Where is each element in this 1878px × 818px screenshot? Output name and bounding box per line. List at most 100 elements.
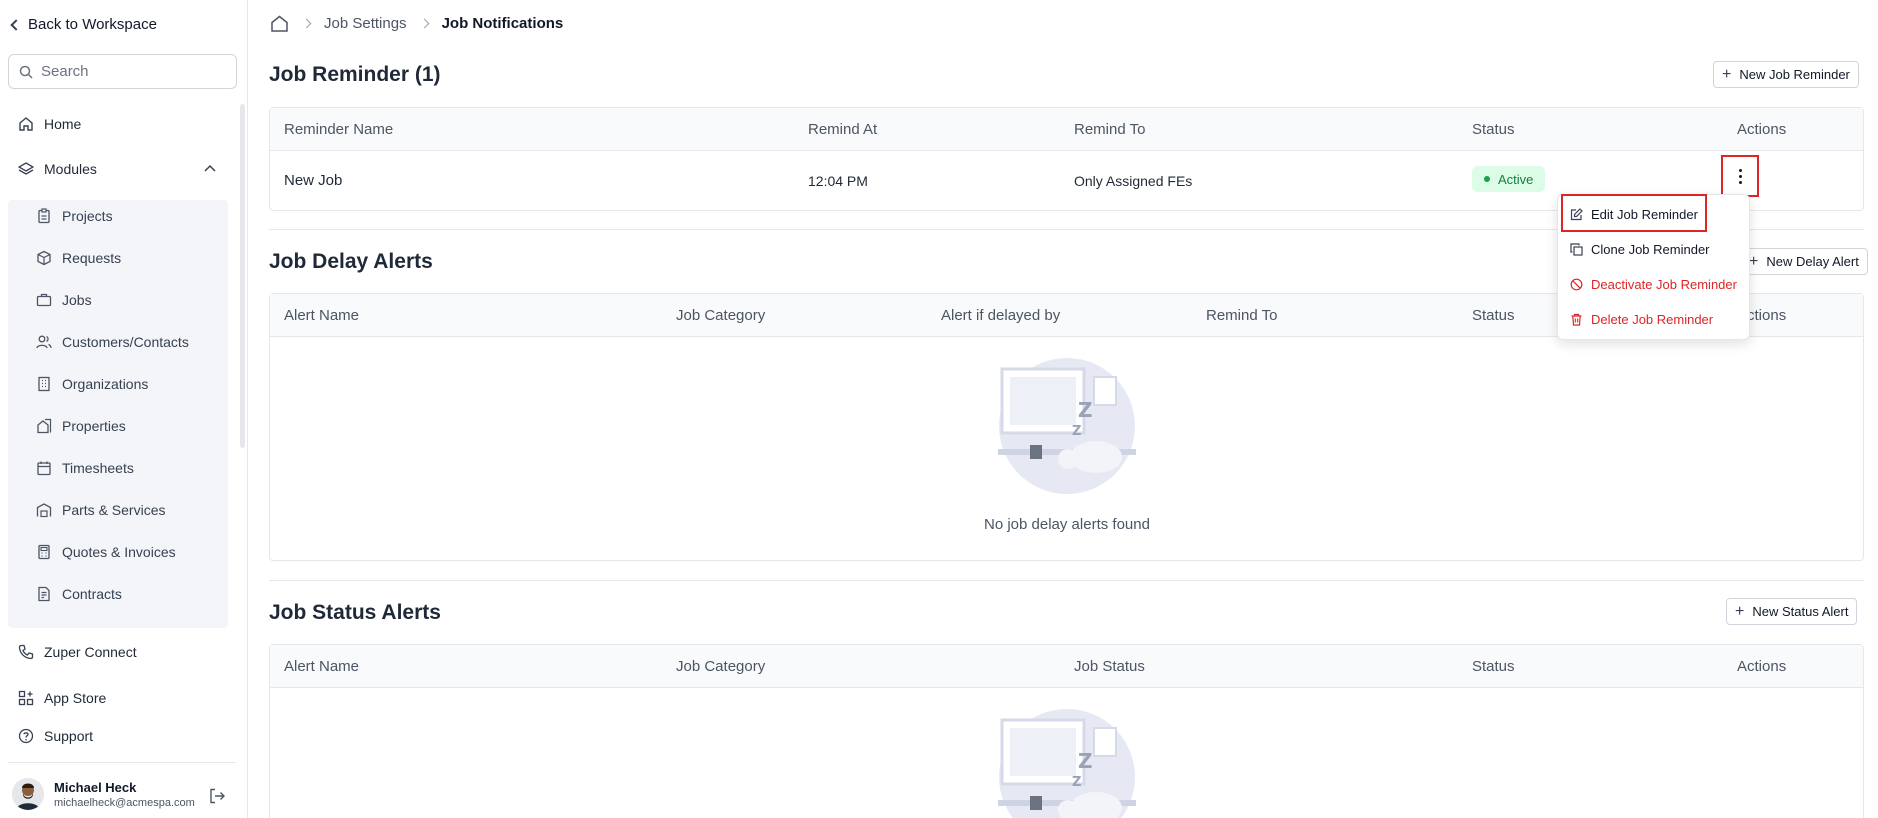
logout-icon[interactable]: [208, 787, 226, 805]
svg-text:Z: Z: [1072, 424, 1081, 439]
new-status-alert-button[interactable]: + New Status Alert: [1726, 598, 1858, 625]
modules-label: Modules: [44, 161, 97, 177]
edit-icon: [1570, 208, 1583, 221]
copy-icon: [1570, 243, 1583, 256]
kebab-dot: [1738, 174, 1742, 178]
search-icon: [19, 65, 33, 79]
sidebar-item-customers[interactable]: Customers/Contacts: [36, 334, 189, 350]
support-label: Support: [44, 728, 94, 744]
sidebar-item-timesheets[interactable]: Timesheets: [36, 460, 134, 476]
search-input[interactable]: [41, 63, 221, 80]
status-label: Active: [1498, 171, 1534, 187]
organizations-label: Organizations: [62, 376, 149, 392]
contracts-label: Contracts: [62, 586, 122, 602]
user-name: Michael Heck: [54, 779, 137, 795]
table-header: Reminder Name Remind At Remind To Status…: [270, 108, 1863, 151]
chevron-left-icon: [10, 19, 22, 31]
new-status-alert-label: New Status Alert: [1752, 604, 1849, 619]
kebab-dot: [1738, 180, 1742, 184]
column-header: Remind At: [808, 121, 878, 138]
sidebar-item-quotes-invoices[interactable]: Quotes & Invoices: [36, 544, 176, 560]
property-icon: [37, 418, 52, 434]
trash-icon: [1571, 313, 1582, 326]
empty-state-text: No job delay alerts found: [984, 516, 1150, 533]
sidebar-item-jobs[interactable]: Jobs: [36, 292, 92, 308]
job-status-alerts-table: Alert Name Job Category Job Status Statu…: [269, 644, 1864, 818]
table-header: Alert Name Job Category Job Status Statu…: [270, 645, 1863, 688]
breadcrumb-job-settings[interactable]: Job Settings: [324, 15, 407, 32]
sidebar-item-contracts[interactable]: Contracts: [36, 586, 122, 602]
requests-label: Requests: [62, 250, 122, 266]
package-icon: [37, 250, 51, 266]
menu-item-edit[interactable]: Edit Job Reminder: [1570, 207, 1698, 222]
column-header: Actions: [1737, 658, 1787, 675]
column-header: Alert if delayed by: [941, 307, 1061, 324]
sidebar-item-app-store[interactable]: App Store: [18, 690, 106, 706]
new-delay-alert-button[interactable]: + New Delay Alert: [1740, 248, 1868, 275]
column-header: Job Category: [676, 658, 766, 675]
job-status-alerts-title: Job Status Alerts: [269, 601, 441, 624]
row-actions-button[interactable]: [1721, 155, 1759, 197]
calendar-icon: [37, 461, 51, 476]
menu-item-clone[interactable]: Clone Job Reminder: [1570, 242, 1710, 257]
status-dot-icon: [1484, 176, 1490, 182]
sidebar-scrollbar[interactable]: [240, 104, 245, 448]
sidebar: Back to Workspace Home Modules Projects …: [0, 0, 248, 818]
briefcase-icon: [36, 293, 52, 307]
sidebar-item-support[interactable]: Support: [18, 728, 93, 744]
phone-icon: [18, 644, 34, 660]
menu-item-deactivate-label: Deactivate Job Reminder: [1591, 277, 1737, 292]
chevron-up-icon: [204, 164, 216, 172]
search-box[interactable]: [8, 54, 237, 89]
user-profile[interactable]: Michael Heck michaelheck@acmespa.com: [12, 778, 195, 810]
empty-state-illustration: Z Z: [998, 358, 1136, 494]
new-job-reminder-button[interactable]: + New Job Reminder: [1713, 61, 1859, 88]
zuper-connect-label: Zuper Connect: [44, 644, 137, 660]
sidebar-item-home[interactable]: Home: [18, 116, 81, 132]
contract-icon: [38, 586, 50, 602]
job-delay-alerts-title: Job Delay Alerts: [269, 250, 433, 273]
column-header: Actions: [1737, 121, 1787, 138]
sidebar-item-projects[interactable]: Projects: [36, 208, 113, 224]
job-reminder-title: Job Reminder (1): [269, 63, 441, 86]
column-header: Job Status: [1074, 658, 1145, 675]
layers-icon: [18, 162, 34, 175]
row-actions-menu: Edit Job Reminder Clone Job Reminder Dea…: [1557, 194, 1750, 340]
warehouse-icon: [36, 503, 52, 518]
sidebar-item-modules[interactable]: Modules: [18, 161, 218, 177]
sidebar-item-zuper-connect[interactable]: Zuper Connect: [18, 644, 137, 660]
column-header: Alert Name: [284, 307, 360, 324]
grid-icon: [18, 690, 34, 706]
users-icon: [36, 335, 52, 349]
menu-item-deactivate[interactable]: Deactivate Job Reminder: [1570, 277, 1737, 292]
column-header: Reminder Name: [284, 121, 394, 138]
user-email: michaelheck@acmespa.com: [54, 796, 195, 809]
plus-icon: +: [1722, 65, 1732, 83]
column-header: Status: [1472, 658, 1515, 675]
app-store-label: App Store: [44, 690, 107, 706]
menu-item-delete[interactable]: Delete Job Reminder: [1570, 312, 1713, 327]
ban-icon: [1570, 278, 1583, 291]
remind-at: 12:04 PM: [808, 173, 868, 189]
svg-text:Z: Z: [1072, 775, 1081, 790]
plus-icon: +: [1735, 602, 1745, 620]
reminder-name: New Job: [284, 172, 343, 189]
column-header: Remind To: [1074, 121, 1146, 138]
column-header: Job Category: [676, 307, 766, 324]
breadcrumb-current: Job Notifications: [441, 15, 564, 32]
svg-text:Z: Z: [1078, 398, 1093, 422]
calculator-icon: [38, 544, 50, 560]
home-icon: [19, 117, 33, 131]
breadcrumb: Job Settings Job Notifications: [270, 14, 563, 33]
remind-to: Only Assigned FEs: [1074, 173, 1193, 189]
timesheets-label: Timesheets: [62, 460, 134, 476]
sidebar-item-parts-services[interactable]: Parts & Services: [36, 502, 165, 518]
sidebar-item-organizations[interactable]: Organizations: [36, 376, 148, 392]
sidebar-item-requests[interactable]: Requests: [36, 250, 121, 266]
help-icon: [18, 728, 34, 744]
quotes-invoices-label: Quotes & Invoices: [62, 544, 176, 560]
empty-state-illustration: Z Z: [998, 709, 1136, 818]
home-icon[interactable]: [270, 14, 289, 33]
back-to-workspace-link[interactable]: Back to Workspace: [10, 16, 157, 33]
sidebar-item-properties[interactable]: Properties: [36, 418, 126, 434]
